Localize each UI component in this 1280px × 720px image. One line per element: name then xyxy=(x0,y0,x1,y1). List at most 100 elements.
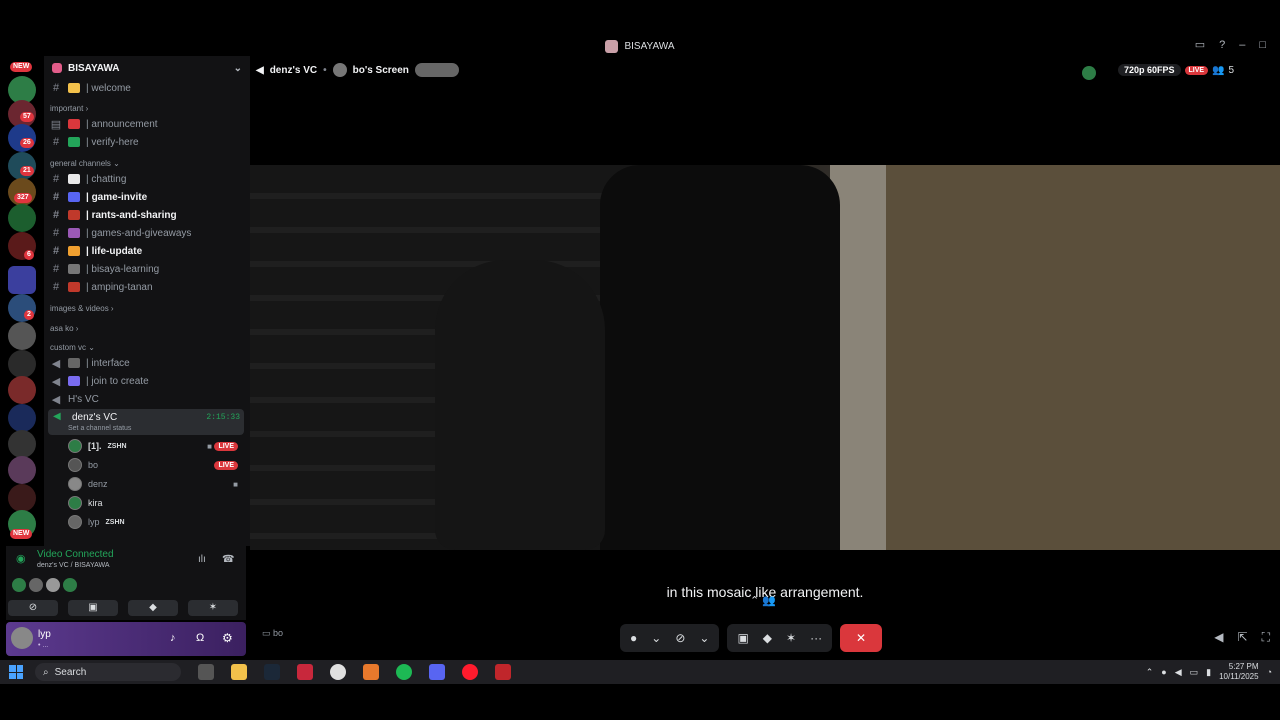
popout-icon[interactable]: ⇱ xyxy=(1238,630,1248,645)
category-asa-ko[interactable]: asa ko › xyxy=(50,324,78,333)
more-icon[interactable]: ··· xyxy=(810,631,822,645)
volume-icon[interactable]: ◀ xyxy=(1175,667,1182,678)
channel-game-invite[interactable]: # | game-invite xyxy=(50,189,246,205)
chrome-icon[interactable] xyxy=(330,664,346,680)
server-icon[interactable] xyxy=(8,204,36,232)
voice-member[interactable]: bo LIVE xyxy=(68,457,244,473)
server-icon[interactable] xyxy=(8,376,36,404)
channel-label: | interface xyxy=(86,357,130,369)
hash-icon: # xyxy=(52,281,60,293)
server-icon[interactable] xyxy=(8,322,36,350)
channel-label: | bisaya-learning xyxy=(86,263,160,275)
server-icon[interactable] xyxy=(8,484,36,512)
category-important[interactable]: important › xyxy=(50,104,88,113)
app-icon[interactable] xyxy=(297,664,313,680)
voice-member[interactable]: [1]. ZSHN ■ LIVE xyxy=(68,438,244,454)
speaker-icon: ◀ xyxy=(256,64,264,76)
battery-icon[interactable]: ▮ xyxy=(1206,667,1211,678)
network-icon[interactable]: ▭ xyxy=(1190,667,1199,678)
stage-view-controls: ◀ ⇱ ⛶ xyxy=(1214,630,1270,645)
soundboard-icon[interactable]: ✶ xyxy=(786,631,796,645)
headphones-icon[interactable]: Ω xyxy=(196,632,204,644)
discord-icon[interactable] xyxy=(429,664,445,680)
chevron-down-icon[interactable]: ⌄ xyxy=(699,631,709,645)
channel-interface[interactable]: ◀ | interface xyxy=(50,355,246,371)
channel-label: | game-invite xyxy=(86,191,148,203)
server-header[interactable]: BISAYAWA ⌄ xyxy=(44,56,250,80)
unread-badge: 57 xyxy=(20,112,34,122)
channel-verify-here[interactable]: # | verify-here xyxy=(50,134,246,150)
voice-member[interactable]: denz ■ xyxy=(68,476,244,492)
task-view-icon[interactable] xyxy=(198,664,214,680)
server-icon[interactable] xyxy=(8,456,36,484)
opera-icon[interactable] xyxy=(462,664,478,680)
leave-call-button[interactable]: ✕ xyxy=(840,624,883,652)
channel-life-update[interactable]: # | life-update xyxy=(50,243,246,259)
activity-button[interactable]: ◆ xyxy=(128,600,178,616)
channel-rants-and-sharing[interactable]: # | rants-and-sharing xyxy=(50,207,246,223)
server-icon[interactable] xyxy=(8,404,36,432)
channel-label: | rants-and-sharing xyxy=(86,209,177,221)
camera-off-icon[interactable]: ⊘ xyxy=(675,631,685,645)
microphone-icon[interactable]: ● xyxy=(630,631,637,645)
category-images-videos[interactable]: images & videos › xyxy=(50,304,114,313)
channel-bisaya-learning[interactable]: # | bisaya-learning xyxy=(50,261,246,277)
screen-share-icon[interactable]: ▣ xyxy=(737,631,748,645)
channel-games-and-giveaways[interactable]: # | games-and-giveaways xyxy=(50,225,246,241)
soundboard-button[interactable]: ✶ xyxy=(188,600,238,616)
voice-channel-title[interactable]: denz's VC xyxy=(270,65,317,76)
category-custom-vc[interactable]: custom vc ⌄ xyxy=(50,343,95,352)
server-icon[interactable] xyxy=(8,430,36,458)
screen-title[interactable]: bo's Screen xyxy=(353,65,409,76)
chevron-up-icon[interactable]: ⌃ xyxy=(1146,667,1154,678)
clock[interactable]: 5:27 PM 10/11/2025 xyxy=(1219,662,1258,682)
channel-status[interactable]: Set a channel status xyxy=(68,425,131,432)
participant-avatars xyxy=(12,578,77,592)
channel-welcome[interactable]: # | welcome xyxy=(50,80,246,96)
fullscreen-icon[interactable]: ⛶ xyxy=(1262,630,1270,645)
noise-suppression-icon[interactable]: ılı xyxy=(198,554,206,565)
disconnect-icon[interactable]: ☎ xyxy=(222,554,234,565)
folder-icon[interactable] xyxy=(8,266,36,294)
speaker-name: bo xyxy=(273,628,284,638)
taskbar-search[interactable]: ⌕ Search xyxy=(35,663,181,681)
voice-member[interactable]: lyp ZSHN xyxy=(68,514,244,530)
hash-icon: # xyxy=(52,82,60,94)
anger-emoji-icon xyxy=(68,210,80,220)
avatar[interactable] xyxy=(11,627,33,649)
plus-emoji-icon xyxy=(68,376,80,386)
stream-video[interactable] xyxy=(250,165,1280,550)
channel-label: | chatting xyxy=(86,173,127,185)
microphone-icon[interactable]: ● xyxy=(1161,667,1166,677)
signal-icon[interactable]: ◉ xyxy=(16,552,26,565)
file-explorer-icon[interactable] xyxy=(231,664,247,680)
channel-label: | games-and-giveaways xyxy=(86,227,192,239)
channel-amping-tanan[interactable]: # | amping-tanan xyxy=(50,279,246,295)
active-voice-channel[interactable]: ◀ denz's VC Set a channel status 2:15:33 xyxy=(48,409,244,435)
windows-start-icon[interactable] xyxy=(9,665,23,679)
notification-icon[interactable]: ◔ xyxy=(1267,667,1272,677)
channel-h-vc[interactable]: ◀ H's VC xyxy=(50,391,246,407)
chevron-down-icon[interactable]: ⌄ xyxy=(651,631,661,645)
server-icon[interactable] xyxy=(8,350,36,378)
voice-member[interactable]: kira xyxy=(68,495,244,511)
clan-tag: ZSHN xyxy=(105,518,125,526)
channel-join-to-create[interactable]: ◀ | join to create xyxy=(50,373,246,389)
category-general[interactable]: general channels ⌄ xyxy=(50,159,120,168)
activity-icon[interactable]: ◆ xyxy=(763,631,772,645)
steam-icon[interactable] xyxy=(264,664,280,680)
connection-status[interactable]: Video Connected xyxy=(37,549,114,560)
screen-share-button[interactable]: ▣ xyxy=(68,600,118,616)
channel-label: | announcement xyxy=(86,118,158,130)
app-icon[interactable] xyxy=(495,664,511,680)
app-icon[interactable] xyxy=(363,664,379,680)
volume-icon[interactable]: ◀ xyxy=(1214,630,1223,645)
gear-icon[interactable]: ⚙ xyxy=(222,631,233,645)
channel-chatting[interactable]: # | chatting xyxy=(50,171,246,187)
chevron-up-icon[interactable]: ⌃ 👥 xyxy=(750,594,776,607)
username[interactable]: lyp xyxy=(38,629,51,640)
camera-off-button[interactable]: ⊘ xyxy=(8,600,58,616)
microphone-icon[interactable]: ♪ xyxy=(170,632,176,644)
spotify-icon[interactable] xyxy=(396,664,412,680)
channel-announcement[interactable]: ▤ | announcement xyxy=(50,116,246,132)
